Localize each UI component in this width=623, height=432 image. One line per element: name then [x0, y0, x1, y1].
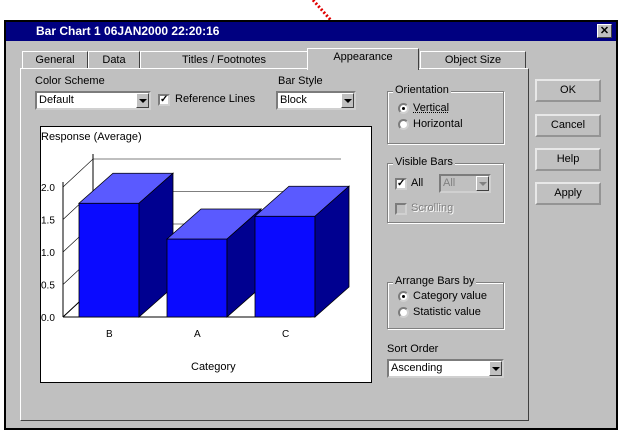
bar-front — [78, 202, 140, 318]
tab-appearance[interactable]: Appearance — [307, 48, 419, 70]
all-bars-checkbox[interactable]: ✓ — [395, 178, 407, 190]
bar-style-label: Bar Style — [278, 75, 323, 87]
y-tick-label: 1.0 — [41, 248, 55, 259]
chart-preview: Response (Average) 0.0 0.5 1.0 1.5 2.0 B A C Ca… — [40, 126, 372, 383]
scrolling-label: Scrolling — [411, 202, 454, 214]
orientation-title: Orientation — [393, 84, 451, 96]
y-tick-label: 0.0 — [41, 313, 55, 324]
title-bar: Bar Chart 1 06JAN2000 22:20:16 — [6, 22, 616, 41]
radio-horizontal-label: Horizontal — [413, 118, 463, 130]
chevron-down-icon[interactable] — [476, 176, 489, 191]
radio-category-value-label: Category value — [413, 290, 487, 302]
tab-titles-footnotes[interactable]: Titles / Footnotes — [140, 51, 308, 69]
dialog-window: Bar Chart 1 06JAN2000 22:20:16 ✕ General… — [4, 20, 618, 430]
apply-button[interactable]: Apply — [535, 182, 601, 205]
scrolling-checkbox[interactable] — [395, 203, 407, 215]
x-axis-label: Category — [191, 361, 236, 373]
bar-style-value: Block — [280, 94, 307, 106]
radio-statistic-value[interactable] — [398, 307, 409, 318]
window-title: Bar Chart 1 06JAN2000 22:20:16 — [36, 24, 220, 38]
tab-object-size[interactable]: Object Size — [420, 51, 526, 69]
bar-style-select[interactable]: Block — [276, 91, 356, 110]
bar-front — [254, 215, 316, 318]
visible-bars-select[interactable]: All — [439, 174, 491, 193]
chart-canvas: 0.0 0.5 1.0 1.5 2.0 B A C — [41, 154, 351, 340]
cancel-button[interactable]: Cancel — [535, 114, 601, 137]
x-tick-label: C — [282, 329, 289, 340]
sort-order-label: Sort Order — [387, 343, 439, 355]
close-button[interactable]: ✕ — [597, 24, 612, 38]
ok-button[interactable]: OK — [535, 79, 601, 102]
color-scheme-label: Color Scheme — [35, 75, 105, 87]
radio-statistic-value-label: Statistic value — [413, 306, 481, 318]
tab-label: Appearance — [333, 51, 393, 63]
y-tick-label: 0.5 — [41, 281, 55, 292]
close-icon: ✕ — [599, 25, 610, 37]
tab-data[interactable]: Data — [88, 51, 140, 69]
reference-lines-label: Reference Lines — [175, 93, 256, 105]
y-tick-label: 1.5 — [41, 216, 55, 227]
tab-label: Object Size — [444, 54, 502, 66]
x-tick-label: A — [194, 329, 201, 340]
chevron-down-icon[interactable] — [341, 93, 354, 108]
radio-category-value[interactable] — [398, 291, 409, 302]
radio-vertical-label: Vertical — [413, 102, 450, 114]
tab-label: Data — [102, 54, 126, 66]
sort-order-value: Ascending — [391, 362, 443, 374]
chevron-down-icon[interactable] — [489, 361, 502, 376]
sort-order-select[interactable]: Ascending — [387, 359, 504, 378]
reference-lines-checkbox[interactable]: ✓ — [158, 94, 170, 106]
visible-bars-title: Visible Bars — [393, 156, 455, 168]
tab-general[interactable]: General — [22, 51, 88, 69]
y-tick-label: 2.0 — [41, 183, 55, 194]
chevron-down-icon[interactable] — [136, 93, 149, 108]
color-scheme-value: Default — [39, 94, 74, 106]
visible-bars-value: All — [443, 177, 456, 189]
x-tick-label: B — [106, 329, 113, 340]
bar-front — [166, 238, 228, 318]
all-bars-label: All — [411, 177, 424, 189]
tab-label: Titles / Footnotes — [182, 54, 266, 66]
radio-horizontal[interactable] — [398, 119, 409, 130]
radio-vertical[interactable] — [398, 103, 409, 114]
tab-label: General — [35, 54, 75, 66]
arrange-bars-title: Arrange Bars by — [393, 275, 477, 287]
help-button[interactable]: Help — [535, 148, 601, 171]
color-scheme-select[interactable]: Default — [35, 91, 151, 110]
